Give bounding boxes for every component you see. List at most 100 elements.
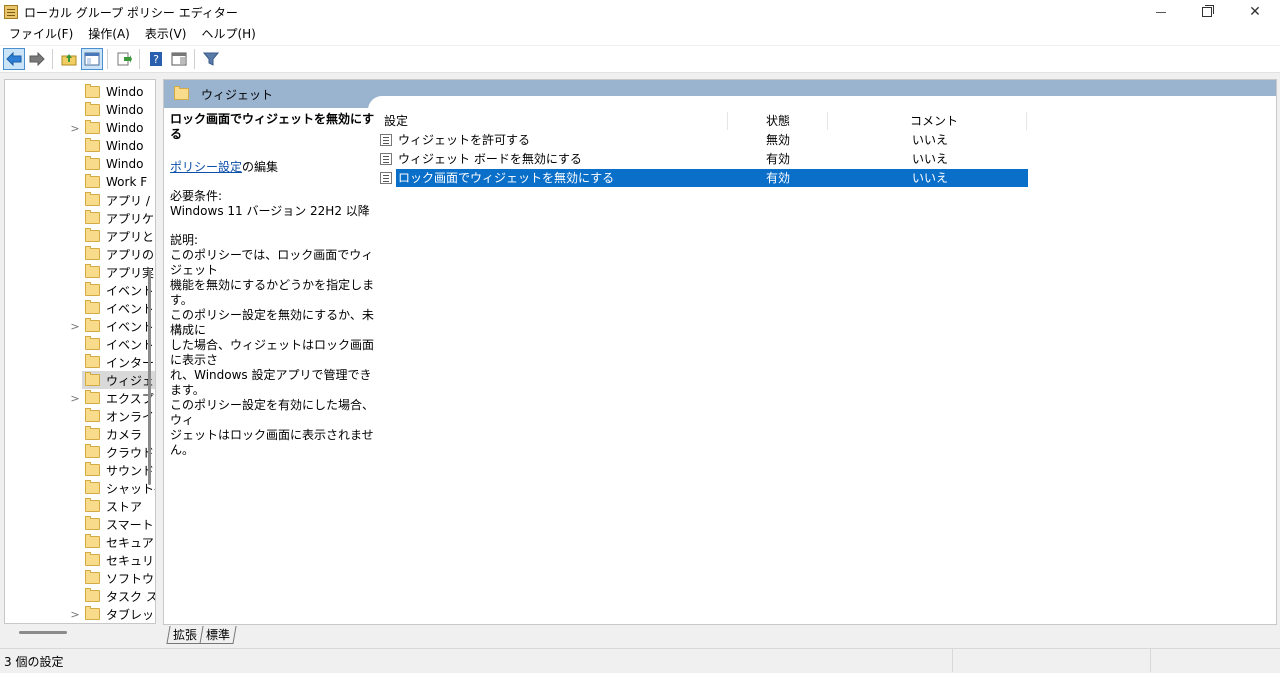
tree-item-content[interactable]: アプリと [82, 227, 155, 245]
tree-item-content[interactable]: オンライ [82, 407, 155, 425]
tab-standard[interactable]: 標準 [200, 626, 237, 644]
tree-item-content[interactable]: エクスプ [82, 389, 155, 407]
tab-extended[interactable]: 拡張 [166, 626, 204, 644]
tree-item[interactable]: カメラ [5, 425, 148, 443]
tree-item-content[interactable]: Windo [82, 119, 150, 137]
console-tree[interactable]: Windo Windo > Windo Windo Windo Work F アプリ / アプリ… [4, 79, 156, 624]
tree-item-content[interactable]: アプリ / [82, 191, 155, 209]
tree-item[interactable]: ウィジェッ [5, 371, 155, 389]
tree-item[interactable]: タスク ス [5, 587, 155, 605]
tree-item-content[interactable]: セキュア [82, 533, 155, 551]
tree-item-content[interactable]: イベント [82, 335, 155, 353]
tree-item-content[interactable]: タスク ス [82, 587, 155, 605]
tree-item-content[interactable]: イベント [82, 299, 155, 317]
back-button[interactable] [3, 48, 25, 70]
column-setting[interactable]: 設定 [384, 110, 408, 132]
tree-item-content[interactable]: ストア [82, 497, 148, 515]
tree-item[interactable]: イベント [5, 335, 155, 353]
tree-item-content[interactable]: インターこ [82, 353, 155, 371]
help-button[interactable]: ? [145, 48, 167, 70]
minimize-button[interactable] [1138, 0, 1184, 24]
tree-item[interactable]: Windo [5, 83, 150, 101]
menu-help[interactable]: ヘルプ(H) [195, 24, 261, 45]
show-hide-tree-button[interactable] [81, 48, 103, 70]
tree-item[interactable]: Work F [5, 173, 153, 191]
menu-action[interactable]: 操作(A) [82, 24, 136, 45]
tree-item-content[interactable]: スマート [82, 515, 155, 533]
tree-item[interactable]: Windo [5, 101, 150, 119]
tree-item[interactable]: スマート [5, 515, 155, 533]
tree-item[interactable]: > Windo [5, 119, 150, 137]
tree-item-content[interactable]: クラウド [82, 443, 155, 461]
status-divider [952, 648, 953, 672]
tree-item[interactable]: > タブレッ [5, 605, 155, 623]
filter-button[interactable] [200, 48, 222, 70]
column-comment[interactable]: コメント [910, 110, 958, 132]
maximize-button[interactable] [1184, 0, 1230, 24]
expand-chevron-icon[interactable]: > [68, 608, 82, 621]
forward-button[interactable] [26, 48, 48, 70]
policy-row[interactable]: ウィジェット ボードを無効にする 有効 いいえ [380, 150, 1228, 168]
policy-row[interactable]: ウィジェットを許可する 無効 いいえ [380, 131, 1228, 149]
tree-item[interactable]: オンライ [5, 407, 155, 425]
tree-item-content[interactable]: Windo [82, 155, 150, 173]
tree-item[interactable]: クラウド [5, 443, 155, 461]
tree-item-content[interactable]: ソフトウ: [82, 569, 156, 587]
tree-item[interactable]: アプリ / [5, 191, 155, 209]
policy-row[interactable]: ロック画面でウィジェットを無効にする 有効 いいえ [380, 169, 1228, 187]
tree-item-content[interactable]: ウィジェッ [82, 371, 155, 389]
tree-item[interactable]: > エクスプ [5, 389, 155, 407]
tree-item[interactable]: イベント [5, 299, 155, 317]
tree-item-content[interactable]: アプリ実 [82, 263, 155, 281]
menu-file[interactable]: ファイル(F) [3, 24, 79, 45]
expand-chevron-icon[interactable]: > [68, 320, 82, 333]
properties-button[interactable] [168, 48, 190, 70]
details-pane: ウィジェット ロック画面でウィジェットを無効にする ポリシー設定の編集 必要条件… [163, 79, 1277, 625]
tree-item-content[interactable]: アプリケ [82, 209, 155, 227]
tree-item[interactable]: Windo [5, 137, 150, 155]
edit-policy-link[interactable]: ポリシー設定 [170, 160, 242, 174]
tree-item-label: ソフトウ: [106, 571, 156, 586]
tree-item[interactable]: ソフトウ: [5, 569, 156, 587]
tree-item[interactable]: アプリの [5, 245, 155, 263]
tree-item-content[interactable]: アプリの [82, 245, 155, 263]
tree-horizontal-scrollbar[interactable] [19, 631, 67, 634]
tree-item[interactable]: サウンド [5, 461, 155, 479]
export-list-button[interactable] [113, 48, 135, 70]
tree-item-content[interactable]: シャット- [82, 479, 155, 497]
tree-item[interactable]: Windo [5, 155, 150, 173]
tree-item[interactable]: > イベント [5, 317, 155, 335]
column-divider[interactable] [1026, 112, 1027, 130]
tree-item[interactable]: セキュリ [5, 551, 155, 569]
tree-item[interactable]: ストア [5, 497, 148, 515]
column-divider[interactable] [827, 112, 828, 130]
tree-item-content[interactable]: タブレッ [82, 605, 155, 623]
description-line: 機能を無効にするかどうかを指定します。 [170, 278, 375, 307]
tree-vertical-scrollbar[interactable] [148, 270, 151, 485]
tree-item[interactable]: アプリと [5, 227, 155, 245]
tree-item[interactable]: セキュア [5, 533, 155, 551]
tree-item-content[interactable]: カメラ [82, 425, 148, 443]
tree-item-content[interactable]: イベント [82, 281, 155, 299]
tree-item[interactable]: インターこ [5, 353, 155, 371]
tree-item[interactable]: アプリ実 [5, 263, 155, 281]
tree-item-content[interactable]: サウンド [82, 461, 155, 479]
tree-item[interactable]: アプリケ [5, 209, 155, 227]
tree-item[interactable]: イベント [5, 281, 155, 299]
column-divider[interactable] [727, 112, 728, 130]
tree-item-content[interactable]: Windo [82, 137, 150, 155]
close-button[interactable]: ✕ [1232, 0, 1278, 24]
up-folder-button[interactable] [58, 48, 80, 70]
expand-chevron-icon[interactable]: > [68, 122, 82, 135]
column-state[interactable]: 状態 [766, 110, 790, 132]
tree-item-content[interactable]: セキュリ [82, 551, 155, 569]
expand-chevron-icon[interactable]: > [68, 392, 82, 405]
tree-item-content[interactable]: イベント [82, 317, 155, 335]
policy-name: ロック画面でウィジェットを無効にする [398, 171, 615, 185]
tree-item-content[interactable]: Work F [82, 173, 153, 191]
menu-view[interactable]: 表示(V) [139, 24, 193, 45]
tree-item-content[interactable]: Windo [82, 101, 150, 119]
tree-item[interactable]: シャット- [5, 479, 155, 497]
tree-item-content[interactable]: Windo [82, 83, 150, 101]
restore-icon [1202, 5, 1214, 17]
